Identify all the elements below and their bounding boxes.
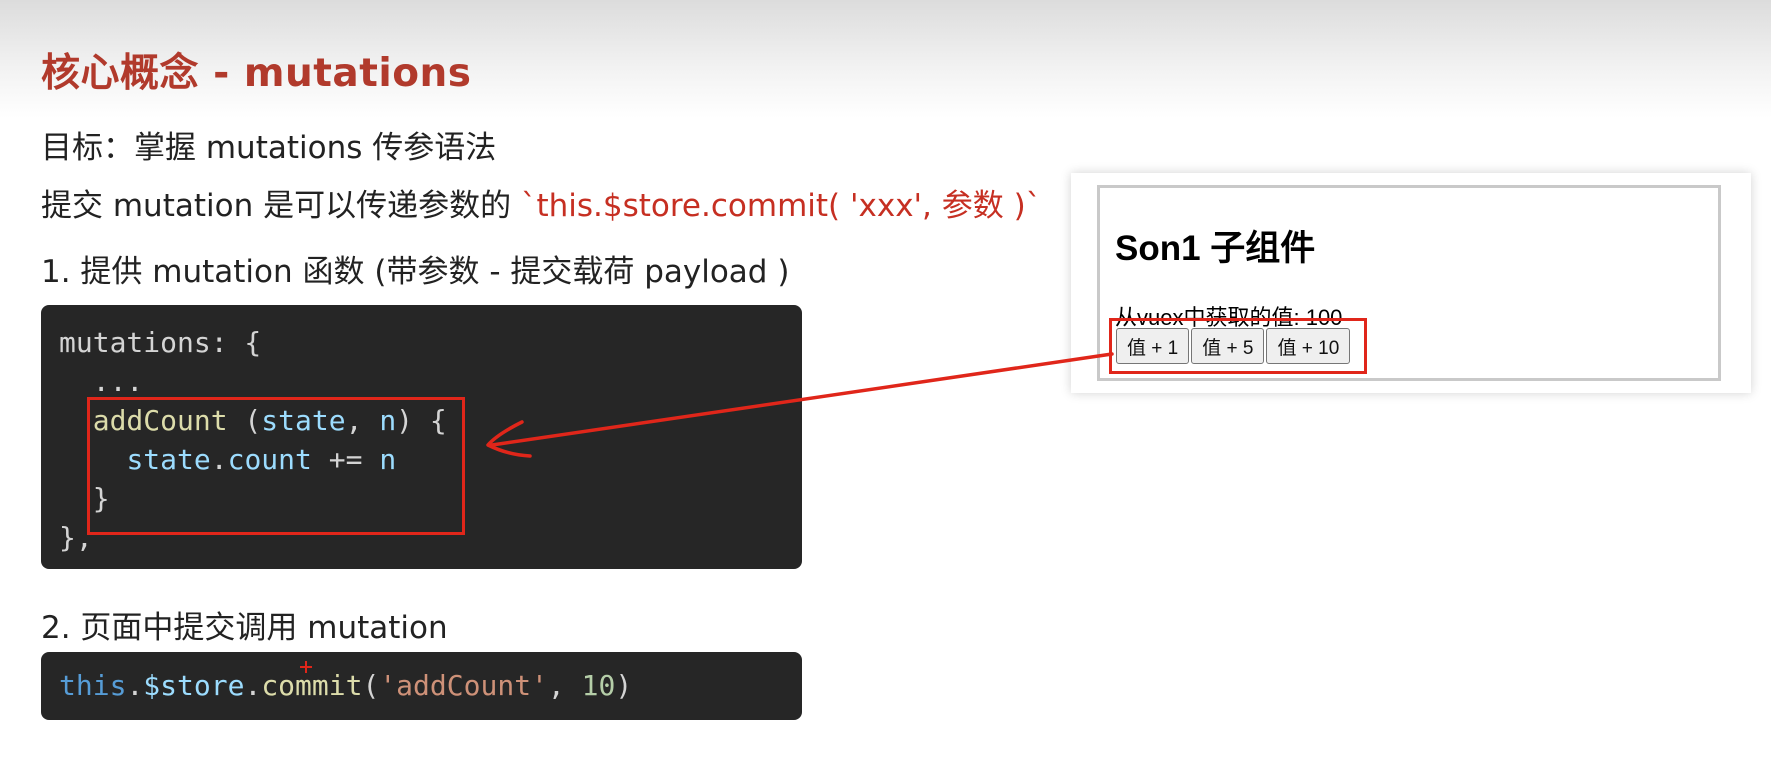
code-arg-number: 10 [581, 669, 616, 702]
code-arg-string: 'addCount' [379, 669, 548, 702]
goal-text: 目标：掌握 mutations 传参语法 [41, 130, 497, 166]
code-open-paren: ( [362, 669, 380, 702]
slide-title: 核心概念 - mutations [41, 51, 472, 96]
code-dot: . [244, 669, 262, 702]
commit-description-text: 提交 mutation 是可以传递参数的 [41, 188, 521, 224]
code-commit-fn: commit [261, 669, 363, 702]
component-title: Son1 子组件 [1115, 229, 1316, 268]
code-this-keyword: this [59, 669, 127, 702]
step-1-heading: 1. 提供 mutation 函数 (带参数 - 提交载荷 payload ) [41, 254, 790, 290]
step-2-heading: 2. 页面中提交调用 mutation [41, 610, 448, 646]
code-store: $store [143, 669, 245, 702]
code-close-paren: ) [615, 669, 633, 702]
code-line-1: mutations: { [59, 326, 262, 359]
code-comma: , [547, 669, 582, 702]
commit-code-line: this.$store.commit('addCount', 10) [59, 666, 784, 705]
code-dot: . [126, 669, 144, 702]
code-line-2: ... [59, 365, 144, 398]
commit-description: 提交 mutation 是可以传递参数的 `this.$store.commit… [41, 180, 1041, 225]
commit-inline-code: `this.$store.commit( 'xxx', 参数 )` [520, 188, 1042, 224]
commit-code-block: this.$store.commit('addCount', 10) [41, 652, 802, 720]
code-highlight-box [87, 397, 465, 535]
buttons-highlight-box [1109, 318, 1367, 374]
